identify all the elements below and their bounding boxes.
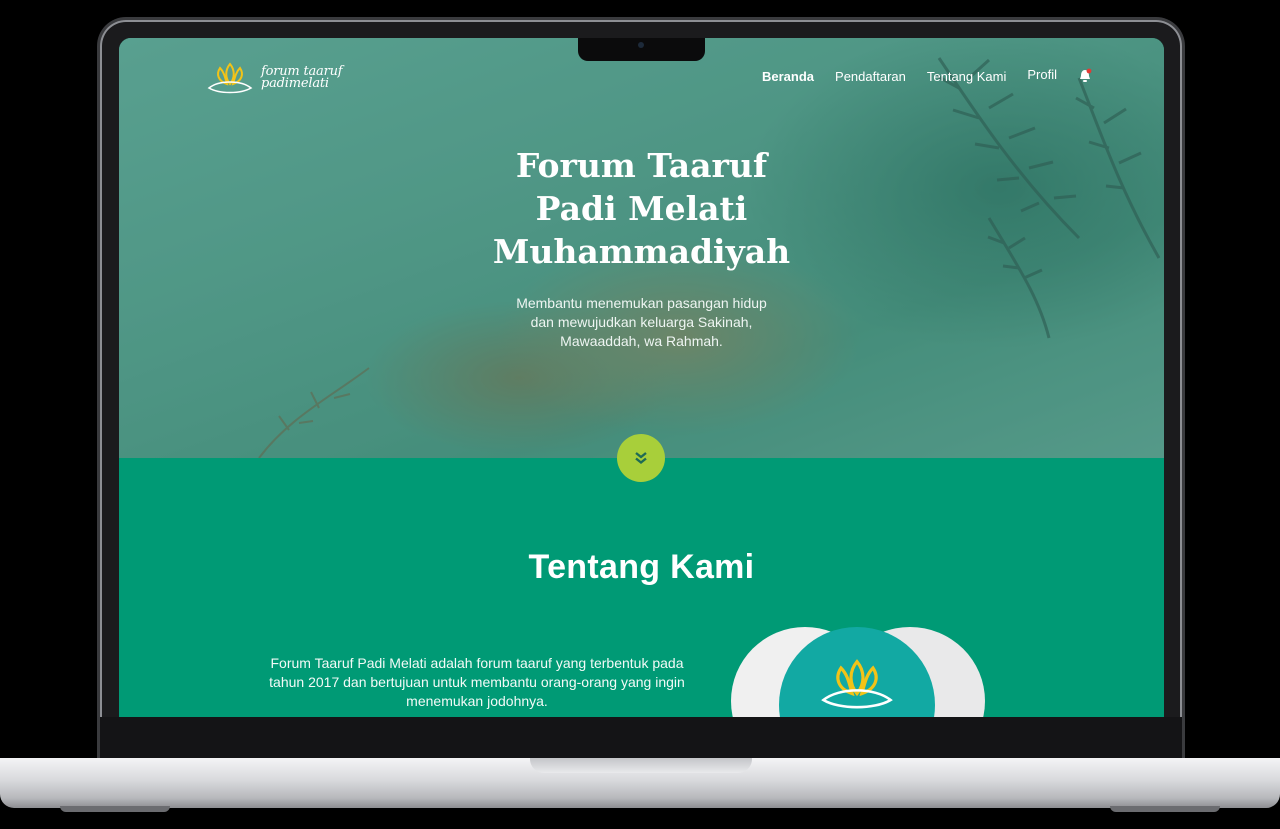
brand-line-2: padimelati (261, 76, 329, 91)
about-text-line: menemukan jodohnya. (406, 693, 548, 709)
browser-viewport: forum taaruf padimelati Beranda Pendafta… (119, 38, 1164, 717)
hero-subtitle-line: Mawaaddah, wa Rahmah. (560, 333, 723, 349)
hero-subtitle-line: dan mewujudkan keluarga Sakinah, (530, 314, 753, 330)
nav-item-profil[interactable]: Profil (1027, 67, 1057, 82)
padi-melati-logo-icon (207, 62, 253, 94)
bell-icon[interactable] (1078, 68, 1092, 84)
nav-item-pendaftaran[interactable]: Pendaftaran (835, 69, 906, 84)
scroll-down-button[interactable] (617, 434, 665, 482)
about-section-title: Tentang Kami (528, 548, 755, 586)
nav-menu: Beranda Pendaftaran Tentang Kami Profil (762, 67, 1092, 84)
camera-notch (578, 38, 705, 61)
about-text-line: tahun 2017 dan bertujuan untuk membantu … (269, 674, 685, 690)
hero-title-line: Forum Taaruf (515, 146, 768, 185)
padi-melati-logo-icon (821, 659, 893, 709)
about-description: Forum Taaruf Padi Melati adalah forum ta… (257, 654, 697, 711)
hero-title: Forum Taaruf Padi Melati Muhammadiyah (119, 144, 1164, 273)
hero-title-line: Padi Melati (535, 189, 748, 228)
screen-bezel-bottom (100, 717, 1182, 760)
hero-subtitle-line: Membantu menemukan pasangan hidup (516, 295, 767, 311)
about-text-line: Forum Taaruf Padi Melati adalah forum ta… (270, 655, 684, 671)
brand-name: forum taaruf padimelati (261, 65, 343, 91)
laptop-opening-notch (530, 758, 752, 773)
laptop-foot-left (60, 806, 170, 812)
camera-icon (638, 42, 644, 48)
laptop-foot-right (1110, 806, 1220, 812)
hero-section: forum taaruf padimelati Beranda Pendafta… (119, 38, 1164, 458)
nav-item-tentang-kami[interactable]: Tentang Kami (927, 69, 1007, 84)
hero-subtitle: Membantu menemukan pasangan hidup dan me… (119, 294, 1164, 351)
double-chevron-down-icon (635, 452, 647, 465)
brand-logo[interactable]: forum taaruf padimelati (205, 60, 343, 96)
top-navbar: forum taaruf padimelati Beranda Pendafta… (119, 60, 1164, 110)
nav-item-beranda[interactable]: Beranda (762, 69, 814, 84)
hero-title-line: Muhammadiyah (492, 232, 791, 271)
